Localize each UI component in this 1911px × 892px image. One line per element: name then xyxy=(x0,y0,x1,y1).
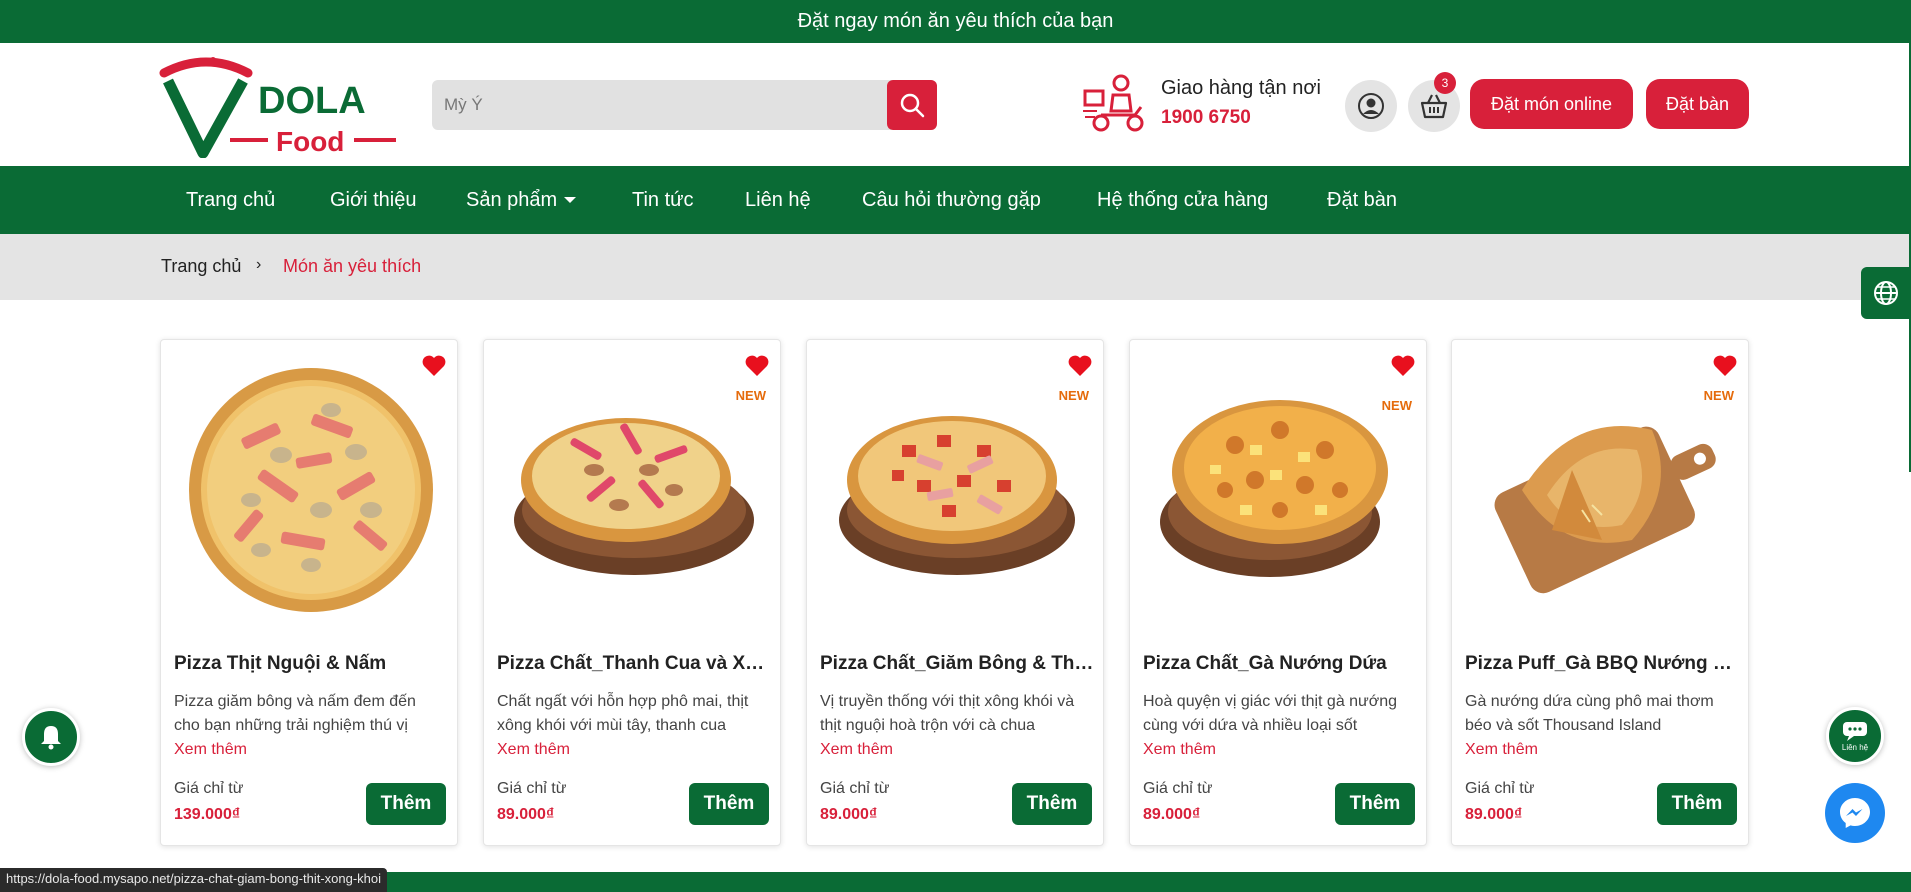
product-price: 89.000₫ xyxy=(1465,806,1523,823)
product-description: Vị truyền thống với thịt xông khói và th… xyxy=(820,693,1075,734)
favorite-heart-icon[interactable] xyxy=(1067,354,1093,378)
product-price: 89.000₫ xyxy=(1143,806,1201,823)
caret-down-icon xyxy=(564,197,577,203)
product-description: Chất ngất với hỗn hợp phô mai, thịt xông… xyxy=(497,693,749,734)
bell-icon xyxy=(41,726,61,750)
search-icon xyxy=(900,93,925,118)
product-description: Pizza giăm bông và nấm đem đến cho bạn n… xyxy=(174,693,416,734)
view-more-link[interactable]: Xem thêm xyxy=(1465,741,1538,759)
language-button[interactable] xyxy=(1861,267,1911,319)
breadcrumb-home[interactable]: Trang chủ xyxy=(161,256,241,277)
delivery-title: Giao hàng tận nơi xyxy=(1161,77,1321,99)
basket-icon xyxy=(1420,94,1448,119)
add-to-cart-button[interactable]: Thêm xyxy=(366,783,446,825)
product-price: 89.000₫ xyxy=(820,806,878,823)
search-input[interactable] xyxy=(432,80,887,130)
site-header: DOLA Food Giao hàng tận nơi 1900 6750 xyxy=(0,43,1911,166)
favorite-heart-icon[interactable] xyxy=(421,354,447,378)
favorite-heart-icon[interactable] xyxy=(744,354,770,378)
browser-status-url: https://dola-food.mysapo.net/pizza-chat-… xyxy=(0,868,388,892)
promo-topbar: Đặt ngay món ăn yêu thích của bạn xyxy=(0,0,1911,43)
search-box xyxy=(432,80,937,130)
nav-item-about[interactable]: Giới thiệu xyxy=(330,166,416,234)
product-card[interactable]: NEW Pizza Chất_Gà Nướng Dứa Hoà quyện vị… xyxy=(1129,339,1427,846)
view-more-link[interactable]: Xem thêm xyxy=(1143,741,1216,759)
product-image[interactable] xyxy=(807,340,1103,632)
product-image[interactable] xyxy=(1130,340,1426,632)
product-image[interactable] xyxy=(484,340,780,632)
messenger-icon xyxy=(1840,798,1870,828)
favorite-heart-icon[interactable] xyxy=(1390,354,1416,378)
product-card[interactable]: Pizza Thịt Nguội & Nấm Pizza giăm bông v… xyxy=(160,339,458,846)
nav-item-contact[interactable]: Liên hệ xyxy=(745,166,811,234)
price-label: Giá chỉ từ xyxy=(497,780,567,797)
breadcrumb: Trang chủ › Món ăn yêu thích xyxy=(0,234,1911,300)
product-name[interactable]: Pizza Chất_Giăm Bông & Thịt Xông Khói xyxy=(820,653,1095,675)
logo-line1: DOLA xyxy=(258,80,366,122)
add-to-cart-button[interactable]: Thêm xyxy=(1012,783,1092,825)
notification-bell-button[interactable] xyxy=(22,708,80,766)
product-description: Gà nướng dứa cùng phô mai thơm béo và số… xyxy=(1465,693,1714,734)
product-price: 89.000₫ xyxy=(497,806,555,823)
view-more-link[interactable]: Xem thêm xyxy=(497,741,570,759)
product-card[interactable]: NEW Pizza Puff_Gà BBQ Nướng Dứa Gà nướng… xyxy=(1451,339,1749,846)
price-label: Giá chỉ từ xyxy=(174,780,244,797)
product-name[interactable]: Pizza Puff_Gà BBQ Nướng Dứa xyxy=(1465,653,1740,675)
cart-count-badge: 3 xyxy=(1434,72,1456,94)
product-card[interactable]: NEW Pizza Chất_Giăm Bông & Thịt Xông Khó… xyxy=(806,339,1104,846)
main-nav: Trang chủ Giới thiệu Sản phẩm Tin tức Li… xyxy=(0,166,1911,234)
price-label: Giá chỉ từ xyxy=(1465,780,1535,797)
price-label: Giá chỉ từ xyxy=(1143,780,1213,797)
search-button[interactable] xyxy=(887,80,937,130)
new-badge: NEW xyxy=(1381,398,1412,413)
delivery-phone[interactable]: 1900 6750 xyxy=(1161,107,1251,129)
view-more-link[interactable]: Xem thêm xyxy=(174,741,247,759)
product-image[interactable] xyxy=(1452,340,1748,632)
product-card[interactable]: NEW Pizza Chất_Thanh Cua và Xông Khói Ch… xyxy=(483,339,781,846)
favorite-heart-icon[interactable] xyxy=(1712,354,1738,378)
account-button[interactable] xyxy=(1345,80,1397,132)
delivery-scooter-icon xyxy=(1083,73,1148,133)
promo-text: Đặt ngay món ăn yêu thích của bạn xyxy=(797,10,1114,32)
add-to-cart-button[interactable]: Thêm xyxy=(689,783,769,825)
add-to-cart-button[interactable]: Thêm xyxy=(1335,783,1415,825)
price-label: Giá chỉ từ xyxy=(820,780,890,797)
nav-item-faq[interactable]: Câu hỏi thường gặp xyxy=(862,166,1041,234)
contact-float-button[interactable]: Liên hệ xyxy=(1826,707,1884,765)
product-price: 139.000₫ xyxy=(174,806,241,823)
chat-icon xyxy=(1843,722,1867,741)
user-icon xyxy=(1358,93,1384,119)
nav-item-home[interactable]: Trang chủ xyxy=(186,166,275,234)
product-name[interactable]: Pizza Thịt Nguội & Nấm xyxy=(174,653,449,675)
breadcrumb-current: Món ăn yêu thích xyxy=(283,256,422,276)
product-image[interactable] xyxy=(161,340,457,632)
product-name[interactable]: Pizza Chất_Thanh Cua và Xông Khói xyxy=(497,653,772,675)
logo-line2: Food xyxy=(276,126,344,157)
nav-item-news[interactable]: Tin tức xyxy=(632,166,694,234)
product-description: Hoà quyện vị giác với thịt gà nướng cùng… xyxy=(1143,693,1398,734)
chevron-right-icon: › xyxy=(256,256,262,273)
product-name[interactable]: Pizza Chất_Gà Nướng Dứa xyxy=(1143,653,1418,675)
add-to-cart-button[interactable]: Thêm xyxy=(1657,783,1737,825)
book-table-button[interactable]: Đặt bàn xyxy=(1646,79,1749,129)
contact-float-label: Liên hệ xyxy=(1841,743,1869,752)
nav-item-products[interactable]: Sản phẩm xyxy=(466,166,577,234)
new-badge: NEW xyxy=(735,388,766,403)
nav-item-stores[interactable]: Hệ thống cửa hàng xyxy=(1097,166,1268,234)
order-online-button[interactable]: Đặt món online xyxy=(1470,79,1633,129)
new-badge: NEW xyxy=(1058,388,1089,403)
nav-item-booking[interactable]: Đặt bàn xyxy=(1327,166,1397,234)
brand-logo[interactable]: DOLA Food xyxy=(158,53,398,159)
nav-item-products-label: Sản phẩm xyxy=(466,188,558,211)
new-badge: NEW xyxy=(1703,388,1734,403)
globe-icon xyxy=(1874,281,1898,305)
view-more-link[interactable]: Xem thêm xyxy=(820,741,893,759)
messenger-button[interactable] xyxy=(1825,783,1885,843)
